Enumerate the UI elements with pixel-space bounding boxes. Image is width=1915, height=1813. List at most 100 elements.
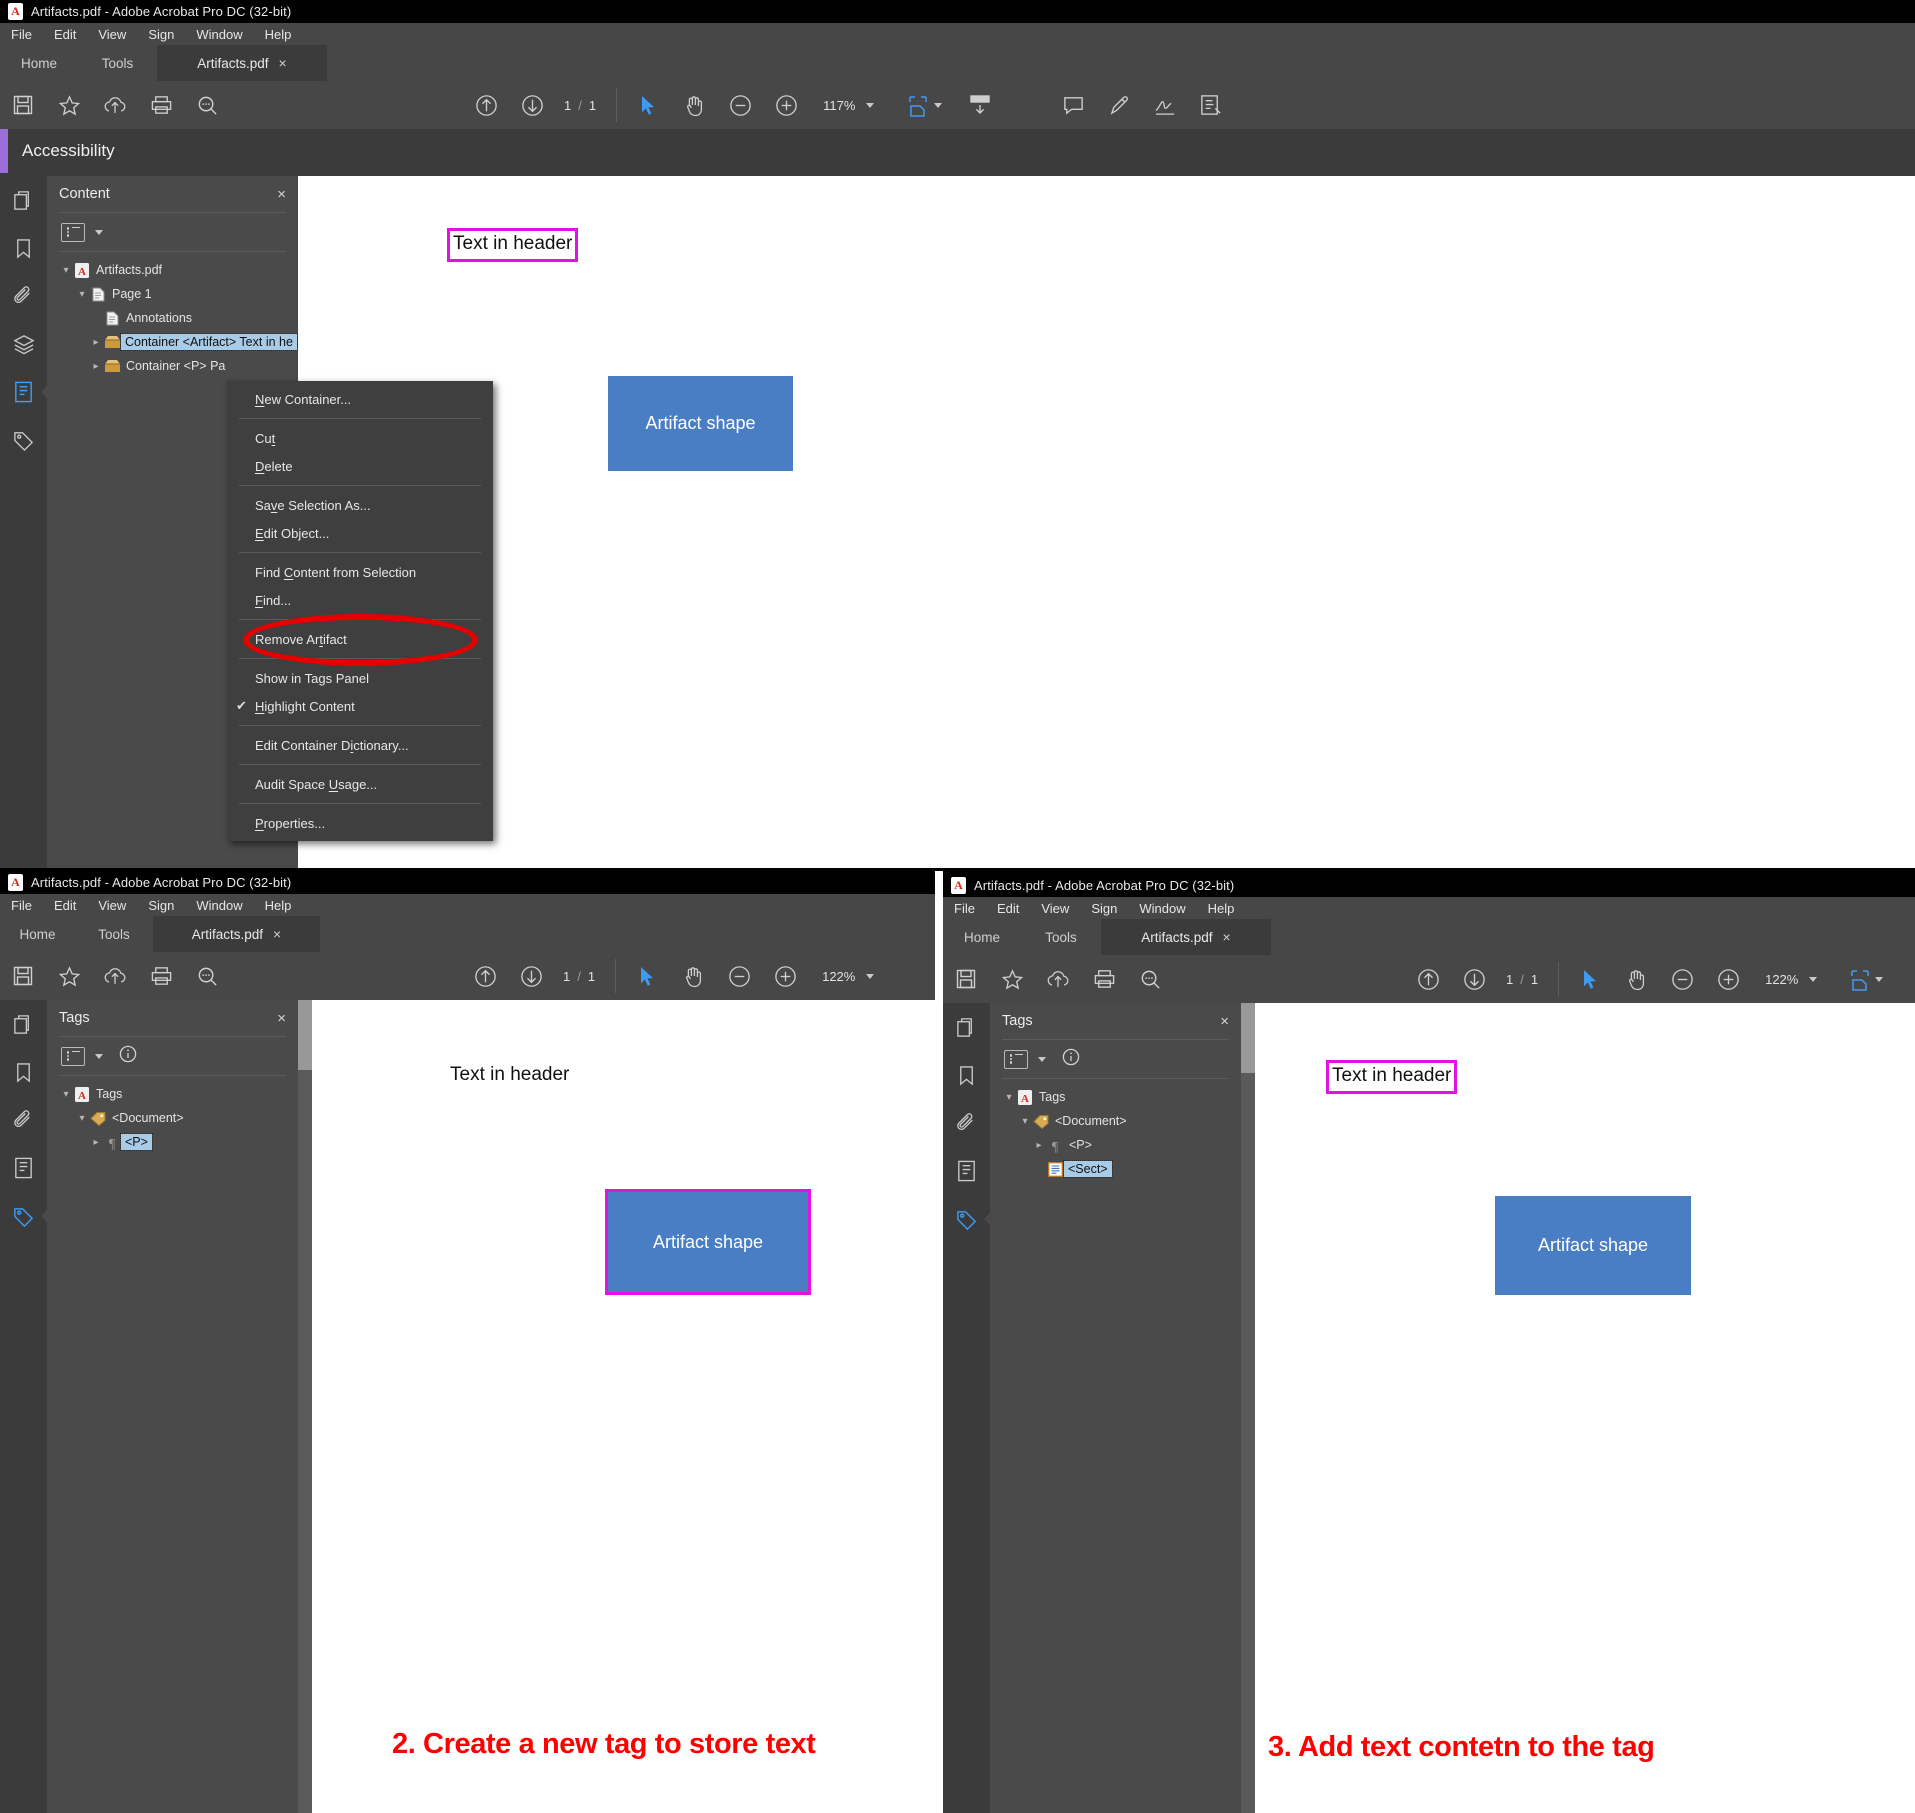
window2-scrollbar-thumb[interactable] xyxy=(298,1000,312,1070)
page-thumbnails-icon[interactable] xyxy=(0,176,47,224)
chevron-down-icon[interactable] xyxy=(866,102,875,108)
tags-panel-icon[interactable] xyxy=(0,416,47,464)
menu-item-highlight-content[interactable]: ✔ Highlight Content xyxy=(227,692,493,720)
chevron-down-icon[interactable] xyxy=(866,973,875,979)
save-icon[interactable] xyxy=(0,952,46,1000)
menu-item-new-container[interactable]: New Container... xyxy=(227,385,493,413)
fit-chevron-icon[interactable] xyxy=(934,102,943,108)
tab-document[interactable]: Artifacts.pdf × xyxy=(153,916,320,952)
close-icon[interactable]: × xyxy=(277,1010,286,1027)
menu-help[interactable]: Help xyxy=(254,28,303,41)
chevron-down-icon[interactable] xyxy=(95,229,103,235)
menu-edit[interactable]: Edit xyxy=(43,899,87,912)
menu-edit[interactable]: Edit xyxy=(43,28,87,41)
hand-tool-icon[interactable] xyxy=(670,952,716,1000)
window3-scrollbar-thumb[interactable] xyxy=(1241,1003,1255,1073)
upload-cloud-icon[interactable] xyxy=(92,952,138,1000)
menu-item-edit-object[interactable]: Edit Object... xyxy=(227,519,493,547)
chevron-down-icon[interactable]: ▾ xyxy=(1018,1116,1032,1127)
tab-home[interactable]: Home xyxy=(0,45,78,81)
print-icon[interactable] xyxy=(138,81,184,129)
chevron-down-icon[interactable] xyxy=(95,1053,103,1059)
menu-window[interactable]: Window xyxy=(1128,902,1196,915)
menu-file[interactable]: File xyxy=(0,899,43,912)
menu-file[interactable]: File xyxy=(0,28,43,41)
chevron-down-icon[interactable] xyxy=(1809,976,1818,982)
menu-window[interactable]: Window xyxy=(185,28,253,41)
zoom-level[interactable]: 117% xyxy=(823,98,855,113)
menu-window[interactable]: Window xyxy=(185,899,253,912)
chevron-down-icon[interactable]: ▾ xyxy=(75,289,89,300)
menu-view[interactable]: View xyxy=(1030,902,1080,915)
close-icon[interactable]: × xyxy=(277,186,286,203)
close-icon[interactable]: × xyxy=(1223,929,1231,945)
search-icon[interactable] xyxy=(1127,955,1173,1003)
page-indicator[interactable]: 1 / 1 xyxy=(1506,972,1538,987)
menu-help[interactable]: Help xyxy=(1197,902,1246,915)
tab-document[interactable]: Artifacts.pdf × xyxy=(157,45,327,81)
upload-cloud-icon[interactable] xyxy=(1035,955,1081,1003)
zoom-out-icon[interactable] xyxy=(717,81,763,129)
zoom-out-icon[interactable] xyxy=(1659,955,1705,1003)
tab-home[interactable]: Home xyxy=(0,916,75,952)
menu-edit[interactable]: Edit xyxy=(986,902,1030,915)
menu-item-find[interactable]: Find... xyxy=(227,586,493,614)
menu-item-cut[interactable]: Cut xyxy=(227,424,493,452)
tab-tools[interactable]: Tools xyxy=(75,916,153,952)
zoom-in-icon[interactable] xyxy=(762,952,808,1000)
chevron-down-icon[interactable]: ▾ xyxy=(75,1113,89,1124)
zoom-level[interactable]: 122% xyxy=(1765,972,1798,987)
tree-item-tags-root[interactable]: ▾ A Tags xyxy=(990,1085,1241,1109)
previous-page-icon[interactable] xyxy=(1405,955,1451,1003)
options-menu-icon[interactable] xyxy=(61,222,85,242)
fit-chevron-icon[interactable] xyxy=(1875,976,1884,982)
hand-tool-icon[interactable] xyxy=(671,81,717,129)
tab-home[interactable]: Home xyxy=(943,919,1021,955)
chevron-down-icon[interactable]: ▾ xyxy=(59,265,73,276)
next-page-icon[interactable] xyxy=(508,952,554,1000)
tab-tools[interactable]: Tools xyxy=(1021,919,1101,955)
page-indicator[interactable]: 1 / 1 xyxy=(564,98,596,113)
menu-item-edit-container-dictionary[interactable]: Edit Container Dictionary... xyxy=(227,731,493,759)
upload-cloud-icon[interactable] xyxy=(92,81,138,129)
tree-item-annotations[interactable]: Annotations xyxy=(47,306,298,330)
fit-page-icon[interactable] xyxy=(1841,955,1879,1003)
star-icon[interactable] xyxy=(989,955,1035,1003)
tab-tools[interactable]: Tools xyxy=(78,45,157,81)
zoom-in-icon[interactable] xyxy=(1705,955,1751,1003)
close-icon[interactable]: × xyxy=(1220,1013,1229,1030)
menu-item-properties[interactable]: Properties... xyxy=(227,809,493,837)
menu-item-audit-space-usage[interactable]: Audit Space Usage... xyxy=(227,770,493,798)
menu-sign[interactable]: Sign xyxy=(137,28,185,41)
chevron-right-icon[interactable]: ▸ xyxy=(1032,1140,1046,1151)
select-tool-icon[interactable] xyxy=(624,952,670,1000)
chevron-right-icon[interactable]: ▸ xyxy=(89,337,103,348)
tree-item-p-tag[interactable]: ▸ ¶ <P> xyxy=(47,1130,298,1154)
comment-icon[interactable] xyxy=(1050,81,1096,129)
bookmarks-icon[interactable] xyxy=(0,1048,47,1096)
page-current[interactable]: 1 xyxy=(1506,972,1513,987)
menu-help[interactable]: Help xyxy=(254,899,303,912)
bookmarks-icon[interactable] xyxy=(943,1051,990,1099)
page-current[interactable]: 1 xyxy=(564,98,571,113)
attachments-icon[interactable] xyxy=(0,1096,47,1144)
menu-sign[interactable]: Sign xyxy=(137,899,185,912)
attachments-icon[interactable] xyxy=(943,1099,990,1147)
previous-page-icon[interactable] xyxy=(463,81,509,129)
tree-item-page-1[interactable]: ▾ Page 1 xyxy=(47,282,298,306)
next-page-icon[interactable] xyxy=(1451,955,1497,1003)
print-icon[interactable] xyxy=(138,952,184,1000)
menu-sign[interactable]: Sign xyxy=(1080,902,1128,915)
info-icon[interactable] xyxy=(119,1045,137,1068)
attachments-icon[interactable] xyxy=(0,272,47,320)
select-tool-icon[interactable] xyxy=(625,81,671,129)
save-icon[interactable] xyxy=(943,955,989,1003)
window3-scrollbar-track[interactable] xyxy=(1241,1003,1255,1813)
tab-document[interactable]: Artifacts.pdf × xyxy=(1101,919,1271,955)
bookmarks-icon[interactable] xyxy=(0,224,47,272)
next-page-icon[interactable] xyxy=(509,81,555,129)
info-icon[interactable] xyxy=(1062,1048,1080,1071)
menu-file[interactable]: File xyxy=(943,902,986,915)
star-icon[interactable] xyxy=(46,952,92,1000)
menu-item-show-in-tags-panel[interactable]: Show in Tags Panel xyxy=(227,664,493,692)
